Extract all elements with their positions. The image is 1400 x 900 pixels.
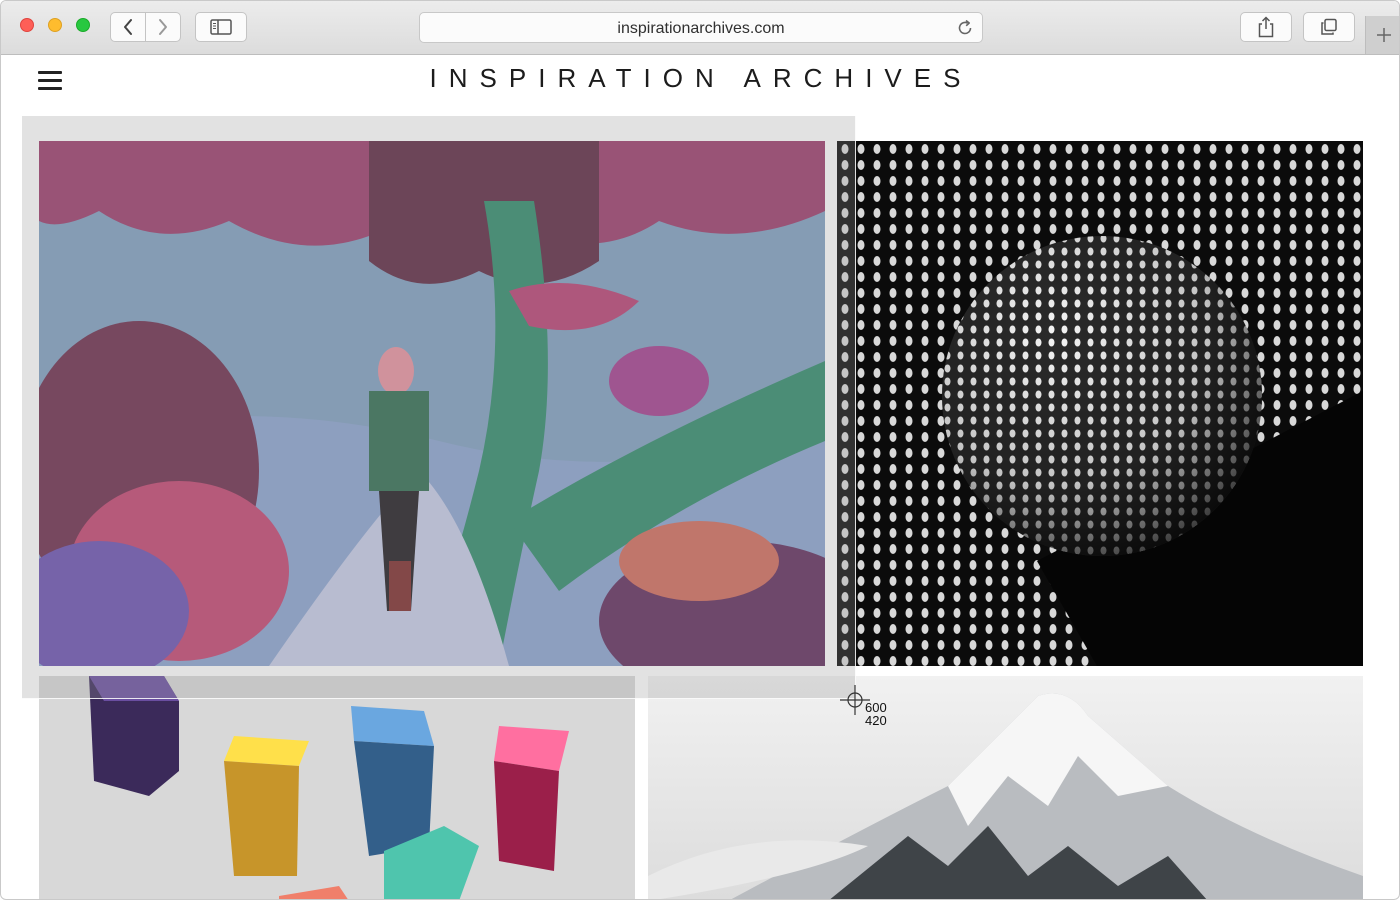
address-bar[interactable]: inspirationarchives.com xyxy=(419,12,983,43)
close-window-button[interactable] xyxy=(20,18,34,32)
snowy-mountain-image[interactable] xyxy=(648,676,1363,899)
sidebar-icon xyxy=(210,19,232,35)
selection-right-edge xyxy=(855,116,856,699)
new-tab-button[interactable] xyxy=(1365,16,1399,54)
reload-icon[interactable] xyxy=(956,19,974,37)
url-text: inspirationarchives.com xyxy=(617,20,785,37)
share-icon xyxy=(1258,16,1274,38)
minimize-window-button[interactable] xyxy=(48,18,62,32)
hamburger-menu-icon[interactable] xyxy=(38,69,64,93)
sidebar-toggle-button[interactable] xyxy=(195,12,247,42)
selection-bottom-edge xyxy=(22,698,856,699)
selection-height-readout: 420 xyxy=(865,713,887,728)
zoom-window-button[interactable] xyxy=(76,18,90,32)
browser-window: inspirationarchives.com INSPIRATION ARCH… xyxy=(0,0,1400,900)
share-button[interactable] xyxy=(1240,12,1292,42)
halftone-sphere-image[interactable] xyxy=(837,141,1363,666)
plus-icon xyxy=(1377,28,1391,42)
chevron-right-icon xyxy=(159,19,167,35)
site-title: INSPIRATION ARCHIVES xyxy=(429,63,973,93)
forward-button[interactable] xyxy=(145,12,181,42)
forest-illustration-image[interactable] xyxy=(39,141,825,666)
back-button[interactable] xyxy=(110,12,146,42)
tabs-overview-icon xyxy=(1321,18,1337,35)
colored-cubes-image[interactable] xyxy=(39,676,635,899)
chevron-left-icon xyxy=(124,19,132,35)
selection-dimensions-readout: 600 420 xyxy=(865,701,887,727)
tabs-overview-button[interactable] xyxy=(1303,12,1355,42)
browser-toolbar: inspirationarchives.com xyxy=(1,1,1399,55)
